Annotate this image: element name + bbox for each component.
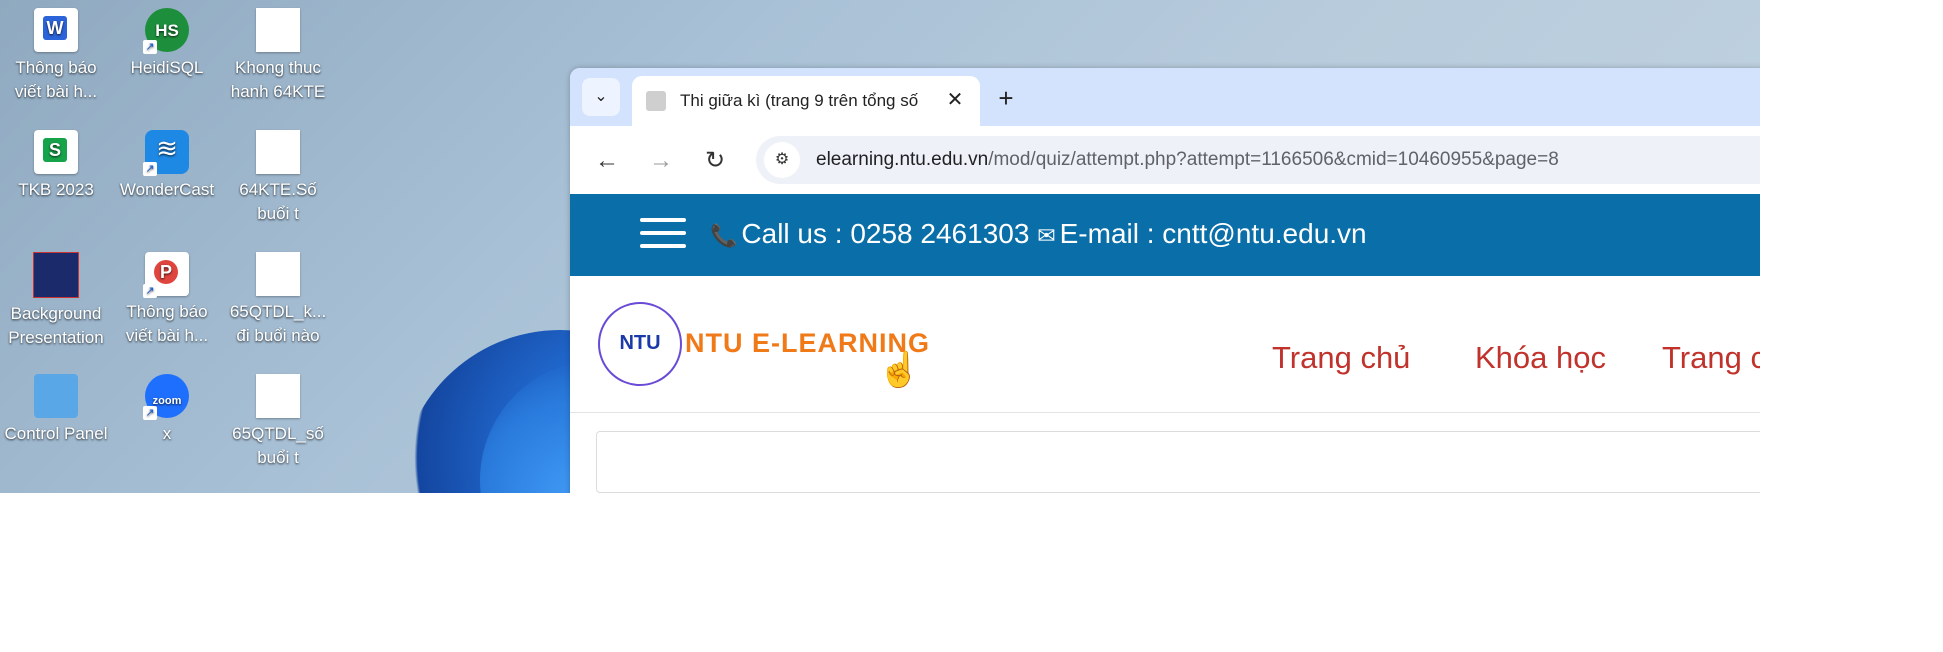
spreadsheet-icon <box>34 130 78 174</box>
quiz-content-box <box>596 431 1760 493</box>
desktop-icon-zoom[interactable]: ↗ x <box>111 374 223 446</box>
web-page: 📞 Call us : 0258 2461303 ✉ E-mail : cntt@n… <box>570 194 1760 493</box>
desktop-icon-label: Khong thuc hanh 64KTE <box>230 58 326 101</box>
reload-button[interactable]: ↻ <box>698 144 732 178</box>
desktop-icon-tkb-2023[interactable]: TKB 2023 <box>0 130 112 202</box>
zoom-icon: ↗ <box>143 374 189 420</box>
shortcut-arrow-icon: ↗ <box>143 284 157 298</box>
contact-phone: Call us : 0258 2461303 <box>741 218 1030 249</box>
control-panel-icon <box>34 374 78 418</box>
nav-link-trang-chu[interactable]: Trang chủ <box>1272 340 1410 376</box>
tab-active[interactable]: Thi giữa kì (trang 9 trên tổng số ✕ <box>632 76 980 126</box>
desktop-icon-background-presentation[interactable]: Background Presentation <box>0 252 112 350</box>
nav-link-khoa-hoc[interactable]: Khóa học <box>1475 340 1606 376</box>
desktop-icon-label: TKB 2023 <box>18 180 94 199</box>
file-icon <box>256 374 300 418</box>
desktop-icon-label: HeidiSQL <box>130 58 204 77</box>
desktop-icon-label: 65QTDL_số buổi t <box>232 424 324 467</box>
tab-strip: ⌄ Thi giữa kì (trang 9 trên tổng số ✕ + <box>570 68 1760 126</box>
new-tab-button[interactable]: + <box>988 80 1024 116</box>
desktop-icon-label: Control Panel <box>4 424 108 443</box>
desktop-icon-control-panel[interactable]: Control Panel <box>0 374 112 446</box>
presentation-thumbnail-icon <box>33 252 79 298</box>
shortcut-arrow-icon: ↗ <box>143 162 157 176</box>
shortcut-arrow-icon: ↗ <box>143 40 157 54</box>
desktop-icon-65qtdl-so-buoi[interactable]: 65QTDL_số buổi t <box>222 374 334 470</box>
mail-icon: ✉ <box>1037 223 1056 248</box>
desktop-icon-heidisql[interactable]: ↗ HeidiSQL <box>111 8 223 80</box>
desktop-icon-label: Thông báo viết bài h... <box>125 302 209 345</box>
file-icon <box>256 130 300 174</box>
address-bar[interactable]: ⚙ elearning.ntu.edu.vn/mod/quiz/attempt.… <box>756 136 1760 184</box>
tab-search-button[interactable]: ⌄ <box>582 78 620 116</box>
desktop: Thông báo viết bài h... TKB 2023 Backgro… <box>0 0 1760 493</box>
desktop-icon-khong-thuc-hanh[interactable]: Khong thuc hanh 64KTE <box>222 8 334 104</box>
nav-link-trang-ca-nhan[interactable]: Trang cá <box>1662 340 1760 376</box>
phone-icon: 📞 <box>710 223 738 248</box>
desktop-icon-label: WonderCast <box>119 180 215 199</box>
shortcut-arrow-icon: ↗ <box>143 406 157 420</box>
ntu-logo[interactable] <box>598 302 682 386</box>
tab-close-button[interactable]: ✕ <box>942 87 968 113</box>
wondercast-icon: ↗ <box>143 130 189 176</box>
site-header: NTU E-LEARNING ☝ Trang chủ Khóa học Tran… <box>570 276 1760 413</box>
desktop-icon-label: 64KTE.Số buổi t <box>239 180 317 223</box>
desktop-icon-label: Background Presentation <box>8 304 104 347</box>
desktop-icon-thong-bao-word[interactable]: Thông báo viết bài h... <box>0 8 112 104</box>
url-text[interactable]: elearning.ntu.edu.vn/mod/quiz/attempt.ph… <box>816 149 1559 171</box>
word-icon <box>34 8 78 52</box>
hamburger-menu-icon[interactable] <box>640 218 686 250</box>
file-icon <box>256 8 300 52</box>
site-info-icon[interactable]: ⚙ <box>764 142 800 178</box>
desktop-icon-label: Thông báo viết bài h... <box>14 58 98 101</box>
forward-button[interactable]: → <box>644 144 678 178</box>
favicon-icon <box>646 91 666 111</box>
browser-toolbar: ← → ↻ ⚙ elearning.ntu.edu.vn/mod/quiz/at… <box>570 126 1760 194</box>
desktop-icon-thong-bao-pdf[interactable]: ↗ Thông báo viết bài h... <box>111 252 223 348</box>
desktop-icon-65qtdl-k[interactable]: 65QTDL_k... đi buổi nào <box>222 252 334 348</box>
tab-title: Thi giữa kì (trang 9 trên tổng số <box>680 91 919 110</box>
desktop-icon-64kte-so-buoi[interactable]: 64KTE.Số buổi t <box>222 130 334 226</box>
pdf-icon: ↗ <box>143 252 189 298</box>
pointer-hand-icon: ☝ <box>878 351 921 389</box>
file-icon <box>256 252 300 296</box>
url-path: /mod/quiz/attempt.php?attempt=1166506&cm… <box>988 149 1559 170</box>
desktop-icon-label: x <box>162 424 172 443</box>
desktop-icon-wondercast[interactable]: ↗ WonderCast <box>111 130 223 202</box>
site-topbar: 📞 Call us : 0258 2461303 ✉ E-mail : cntt@n… <box>570 194 1760 276</box>
browser-window: ⌄ Thi giữa kì (trang 9 trên tổng số ✕ + … <box>570 68 1760 493</box>
desktop-icon-label: 65QTDL_k... đi buổi nào <box>229 302 327 345</box>
heidisql-icon: ↗ <box>143 8 189 54</box>
contact-info: 📞 Call us : 0258 2461303 ✉ E-mail : cntt@n… <box>710 218 1367 250</box>
url-host: elearning.ntu.edu.vn <box>816 149 989 170</box>
contact-email: E-mail : cntt@ntu.edu.vn <box>1059 218 1367 249</box>
back-button[interactable]: ← <box>590 144 624 178</box>
